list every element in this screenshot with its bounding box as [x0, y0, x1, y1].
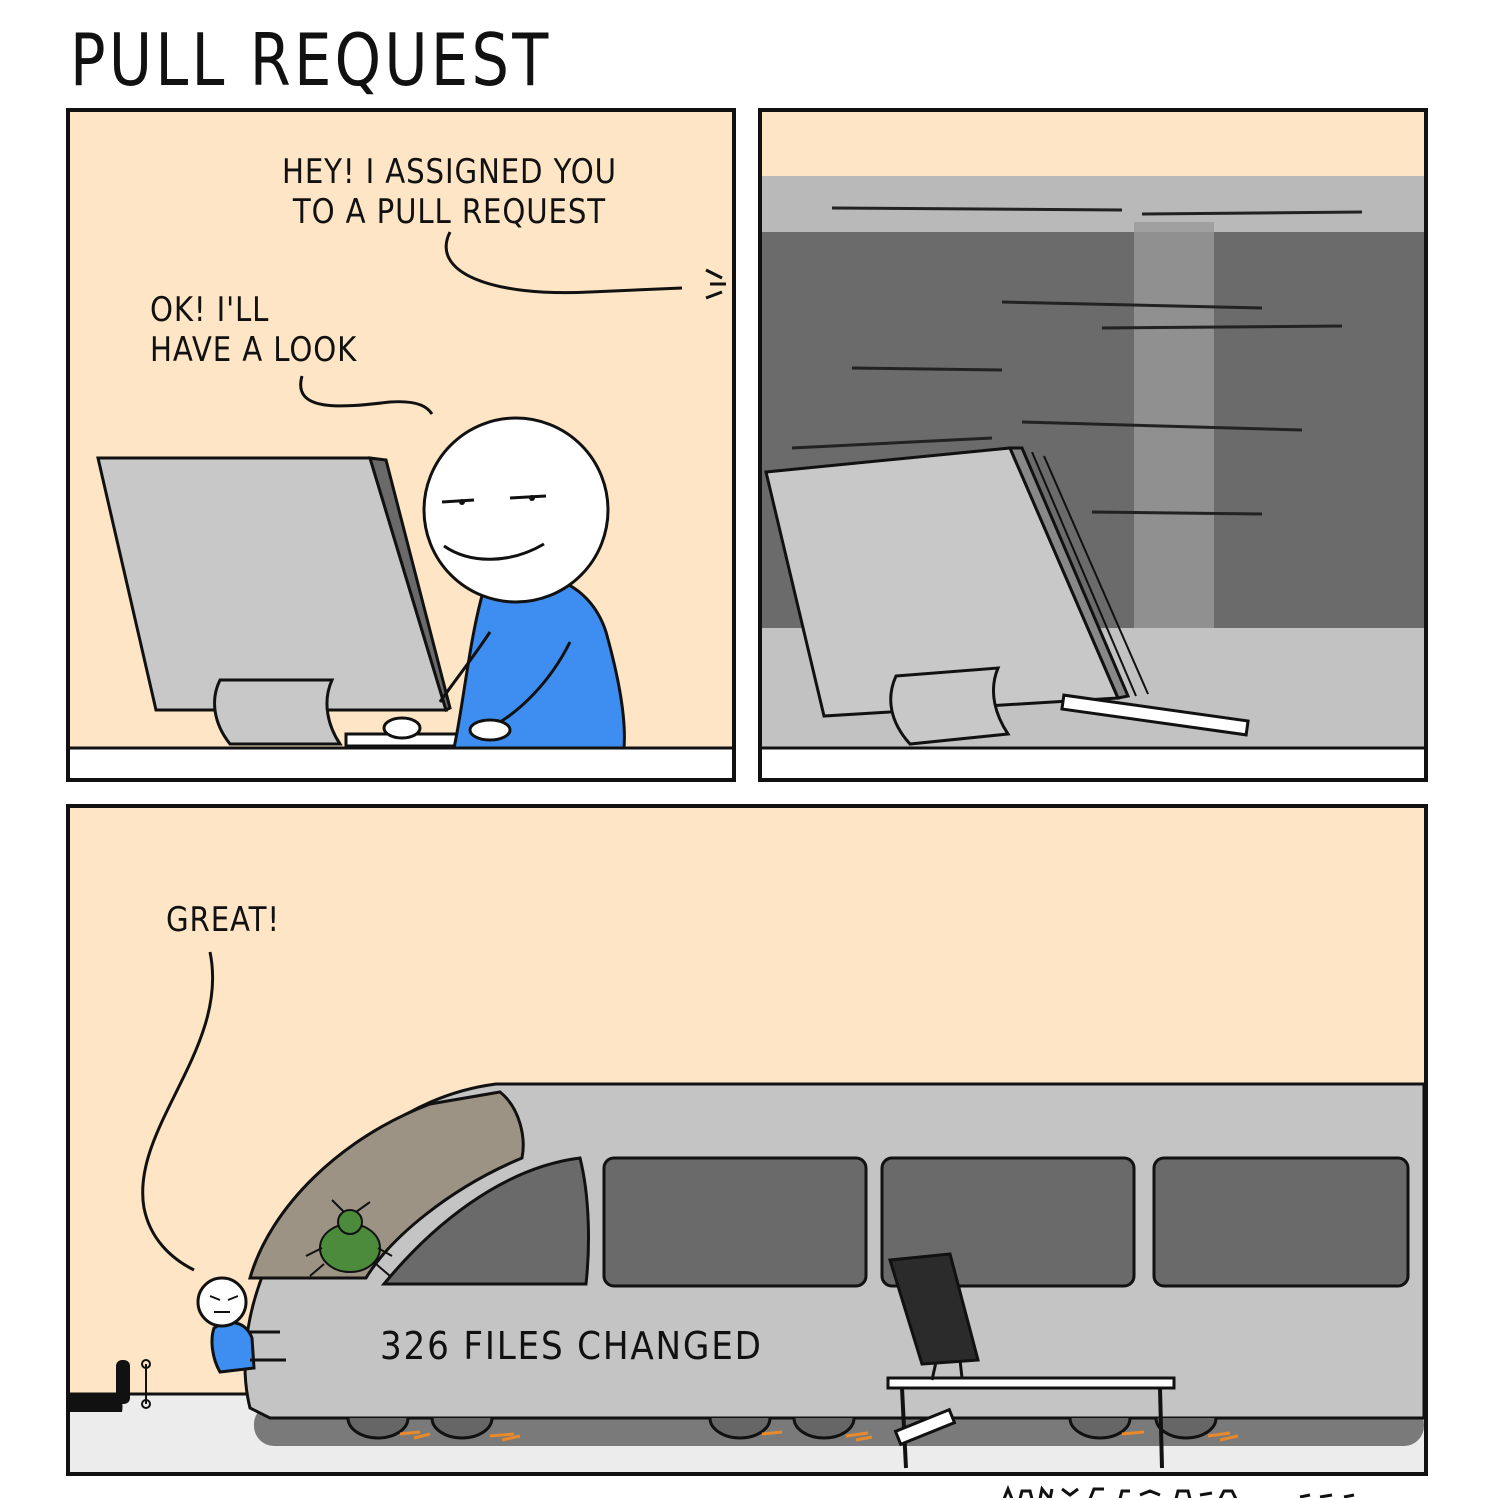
monitor-stand-swept [889, 666, 1011, 746]
train-label: 326 FILES CHANGED [380, 1324, 763, 1368]
speech-tail-character [299, 375, 434, 415]
character-head-small [196, 1276, 248, 1328]
monitor [96, 456, 452, 746]
speech-character: OK! I'LL HAVE A LOOK [150, 290, 358, 370]
eye-left [441, 498, 475, 504]
character-hand-left [382, 716, 422, 740]
character-head [422, 416, 610, 604]
character-hand-right [468, 718, 512, 742]
offscreen-sound-marks [705, 268, 726, 300]
train-window-3 [1152, 1156, 1410, 1288]
panel-2 [758, 108, 1428, 782]
comic-title: PULL REQUEST [70, 18, 552, 102]
panel-1: HEY! I ASSIGNED YOU TO A PULL REQUEST OK… [66, 108, 736, 782]
speech-tail-offscreen [444, 231, 683, 295]
speech-tail-great [141, 951, 215, 1272]
eye-right [509, 494, 547, 500]
monitor-stand [213, 678, 343, 746]
panel-3: GREAT! 326 FILES CHANGED [66, 804, 1428, 1476]
panel-2-drawing [762, 176, 1424, 778]
signature-cropped [1000, 1484, 1380, 1498]
speech-offscreen: HEY! I ASSIGNED YOU TO A PULL REQUEST [282, 152, 617, 232]
train-window-1 [602, 1156, 868, 1288]
speech-great: GREAT! [166, 900, 280, 940]
floor [70, 748, 732, 778]
